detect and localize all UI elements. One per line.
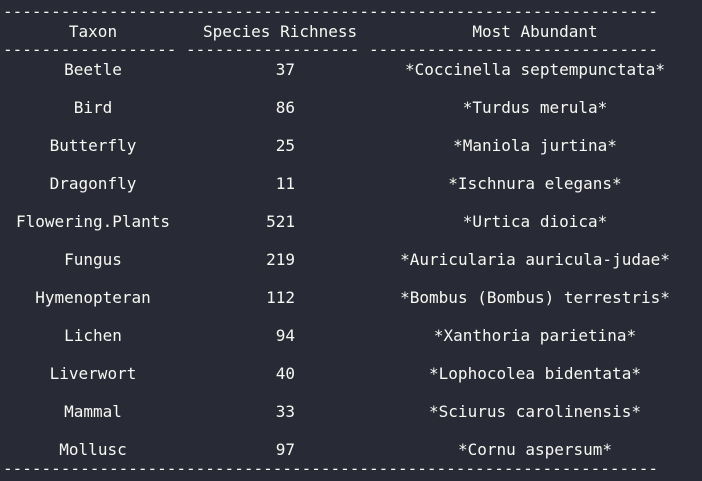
table-header-separator: ------------------ ------------------ --… <box>3 43 659 57</box>
cell-taxon: Flowering.Plants <box>15 212 171 231</box>
cell-species-richness: 97 <box>275 440 295 459</box>
table-top-rule: ----------------------------------------… <box>3 5 659 19</box>
cell-taxon: Liverwort <box>49 364 137 383</box>
terminal-output: ----------------------------------------… <box>0 0 702 481</box>
cell-species-richness: 25 <box>275 136 295 155</box>
cell-most-abundant: *Xanthoria parietina* <box>433 326 637 345</box>
cell-taxon: Lichen <box>64 326 122 345</box>
cell-most-abundant: *Ischnura elegans* <box>448 174 622 193</box>
cell-species-richness: 40 <box>275 364 295 383</box>
cell-taxon: Mollusc <box>59 440 127 459</box>
cell-most-abundant: *Urtica dioica* <box>462 212 608 231</box>
cell-taxon: Mammal <box>64 402 122 421</box>
cell-most-abundant: *Auricularia auricula-judae* <box>400 250 670 269</box>
header-most-abundant: Most Abundant <box>472 22 598 41</box>
cell-most-abundant: *Bombus (Bombus) terrestris* <box>400 288 670 307</box>
header-taxon: Taxon <box>68 22 118 41</box>
cell-most-abundant: *Turdus merula* <box>462 98 608 117</box>
cell-most-abundant: *Coccinella septempunctata* <box>404 60 666 79</box>
cell-taxon: Butterfly <box>49 136 137 155</box>
cell-most-abundant: *Cornu aspersum* <box>457 440 613 459</box>
cell-species-richness: 94 <box>275 326 295 345</box>
cell-species-richness: 112 <box>266 288 295 307</box>
cell-taxon: Dragonfly <box>49 174 137 193</box>
cell-taxon: Bird <box>73 98 113 117</box>
cell-taxon: Hymenopteran <box>35 288 151 307</box>
cell-species-richness: 37 <box>275 60 295 79</box>
cell-taxon: Beetle <box>64 60 122 79</box>
cell-most-abundant: *Lophocolea bidentata* <box>429 364 641 383</box>
cell-species-richness: 11 <box>275 174 295 193</box>
cell-species-richness: 219 <box>266 250 295 269</box>
header-species-richness: Species Richness <box>203 22 358 41</box>
cell-species-richness: 521 <box>266 212 295 231</box>
cell-most-abundant: *Maniola jurtina* <box>453 136 617 155</box>
cell-species-richness: 86 <box>275 98 295 117</box>
cell-species-richness: 33 <box>275 402 295 421</box>
cell-taxon: Fungus <box>64 250 122 269</box>
cell-most-abundant: *Sciurus carolinensis* <box>429 402 641 421</box>
table-bottom-rule: ----------------------------------------… <box>3 462 659 476</box>
